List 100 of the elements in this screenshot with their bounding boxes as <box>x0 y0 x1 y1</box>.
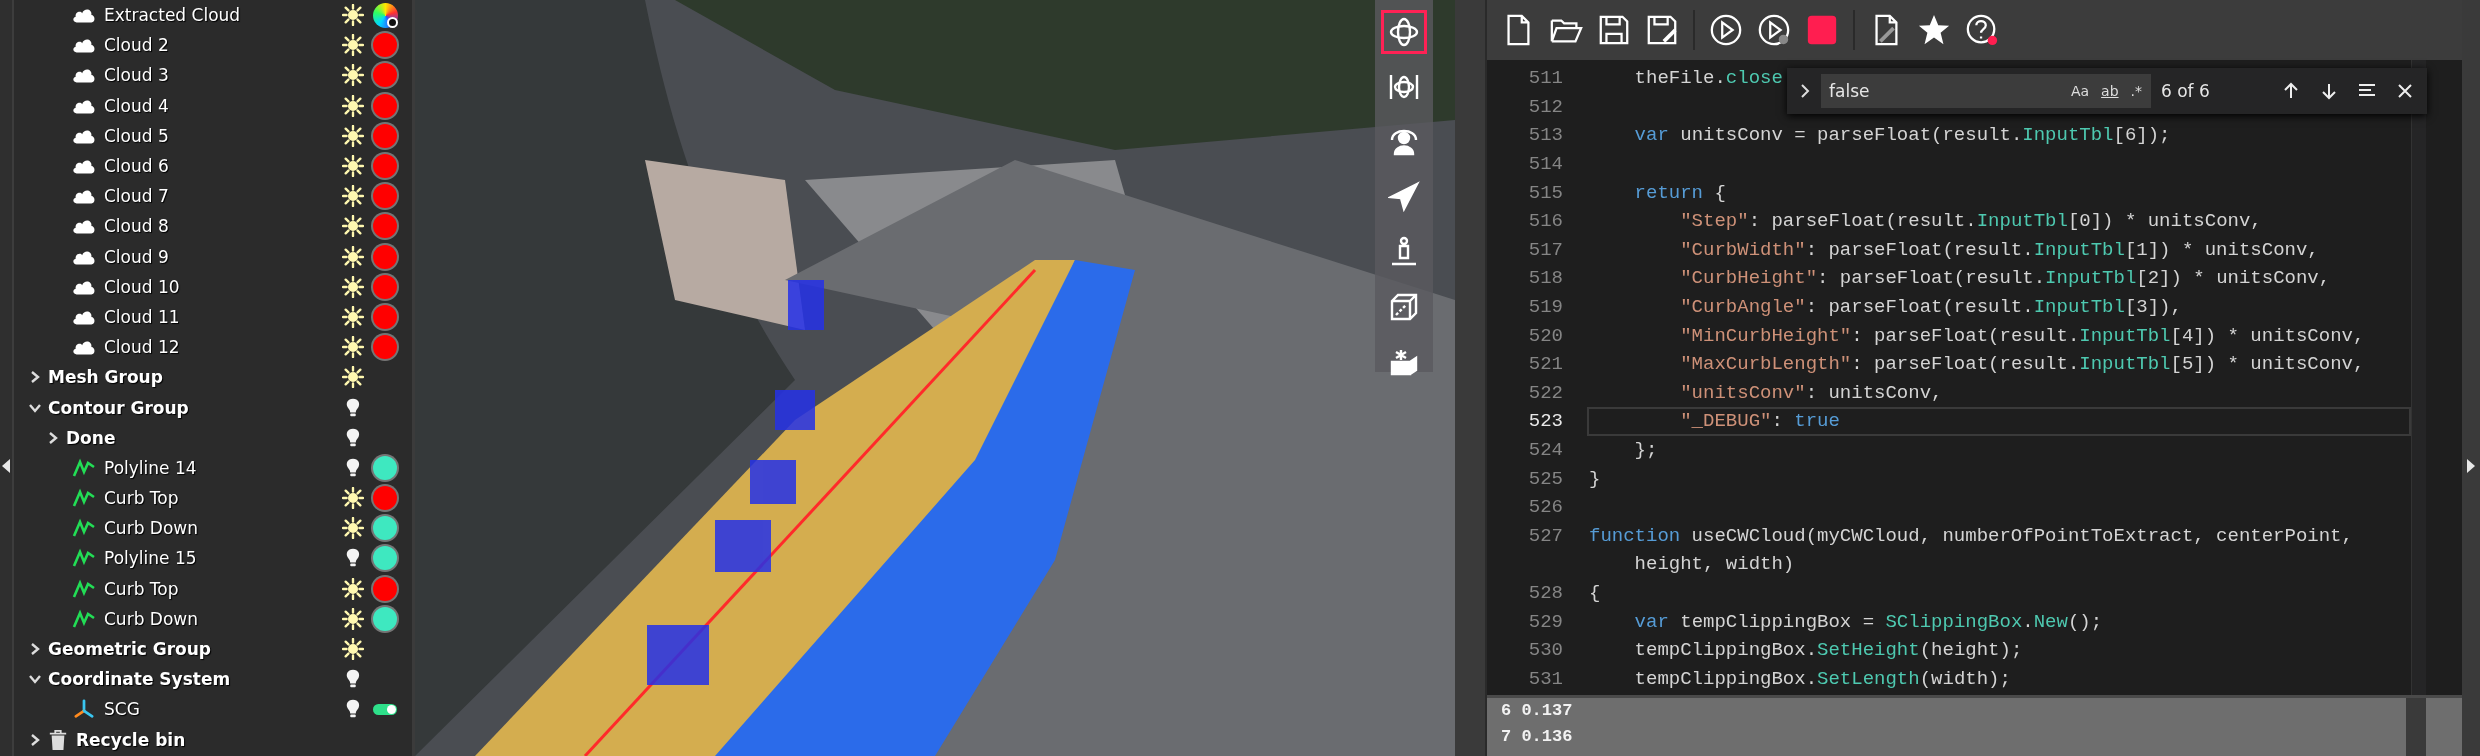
color-dot[interactable] <box>373 546 397 571</box>
sun-icon[interactable] <box>342 336 364 359</box>
line-number: 524 <box>1527 439 1564 461</box>
find-option-toggle[interactable]: .* <box>2127 83 2145 99</box>
expand-chevron-icon[interactable] <box>1799 83 1811 99</box>
cube-marker <box>647 625 709 685</box>
tree-item-label[interactable]: Coordinate System <box>48 669 338 690</box>
sun-icon[interactable] <box>342 487 364 510</box>
help-icon[interactable] <box>1965 13 1999 47</box>
line-number: 512 <box>1527 95 1564 118</box>
color-dot[interactable] <box>373 606 397 631</box>
color-dot[interactable] <box>373 214 397 239</box>
tree-item-label[interactable]: Curb Top <box>104 578 338 599</box>
sun-icon[interactable] <box>342 607 364 630</box>
sun-icon[interactable] <box>342 124 364 147</box>
line-number: 531 <box>1527 667 1564 690</box>
expand-arrow-icon[interactable] <box>2466 458 2476 474</box>
color-dot[interactable] <box>373 123 397 148</box>
sun-icon[interactable] <box>342 577 364 600</box>
sun-icon[interactable] <box>342 34 364 57</box>
tree-item-label[interactable]: Cloud 3 <box>104 65 338 86</box>
tree-item-label[interactable]: Cloud 4 <box>104 95 338 116</box>
output-line: 6 0.137 <box>1501 700 1574 722</box>
find-field[interactable]: false Aa ab .* <box>1821 74 2151 108</box>
sun-icon[interactable] <box>342 638 364 661</box>
color-dot[interactable] <box>373 274 397 299</box>
sun-icon[interactable] <box>342 366 364 389</box>
tree-item-label[interactable]: Polyline 14 <box>104 457 338 478</box>
line-number: 530 <box>1527 639 1564 662</box>
tree-item-label[interactable]: Contour Group <box>48 397 338 418</box>
arrow-down-icon[interactable] <box>2319 81 2339 101</box>
tree-item-label[interactable]: Polyline 15 <box>104 548 338 569</box>
color-dot[interactable] <box>373 455 397 480</box>
tree-item-label[interactable]: Cloud 6 <box>104 156 338 177</box>
color-dot[interactable] <box>373 184 397 209</box>
tree-item-label[interactable]: Cloud 2 <box>104 35 338 56</box>
code-editor[interactable] <box>1487 60 2462 695</box>
code-line: "CurbWidth": parseFloat(result.InputTbl[1]) * unitsConv, <box>1679 238 2319 261</box>
polyline-icon <box>72 578 96 599</box>
tree-item-label[interactable]: Cloud 12 <box>104 337 338 358</box>
color-dot[interactable] <box>373 33 397 58</box>
sun-icon[interactable] <box>342 275 364 298</box>
code-line: var tempClippingBox = SClippingBox.New(); <box>1633 610 2103 633</box>
save-as-icon[interactable] <box>1645 13 1679 47</box>
code-line: "unitsConv": unitsConv, <box>1679 381 1943 404</box>
line-number: 513 <box>1527 124 1564 147</box>
sun-icon[interactable] <box>342 305 364 328</box>
tree-item-label[interactable]: Curb Top <box>104 488 338 509</box>
sun-icon[interactable] <box>342 185 364 208</box>
color-dot[interactable] <box>373 335 397 360</box>
tree-item-label[interactable]: Geometric Group <box>48 639 338 660</box>
tree-item-label[interactable]: Done <box>66 427 338 448</box>
tree-item-label[interactable]: Cloud 9 <box>104 246 338 267</box>
color-dot[interactable] <box>373 304 397 329</box>
sun-icon[interactable] <box>342 155 364 178</box>
line-number: 511 <box>1527 67 1564 90</box>
tree-item-label[interactable]: Mesh Group <box>48 367 338 388</box>
line-number: 522 <box>1527 381 1564 404</box>
save-icon[interactable] <box>1597 13 1631 47</box>
line-number: 528 <box>1527 582 1564 604</box>
sun-icon[interactable] <box>342 215 364 238</box>
sun-icon[interactable] <box>342 94 364 117</box>
tree-item-label[interactable]: Recycle bin <box>76 729 338 750</box>
find-option-toggle[interactable]: ab <box>2098 83 2122 99</box>
match-count: 6 of 6 <box>2161 81 2211 101</box>
color-dot[interactable] <box>373 93 397 118</box>
code-line: "MaxCurbLength": parseFloat(result.InputTbl[5]) * unitsConv, <box>1679 353 2365 376</box>
stop-icon[interactable] <box>1805 13 1839 47</box>
color-dot[interactable] <box>373 63 397 88</box>
sun-icon[interactable] <box>342 245 364 268</box>
scrollbar-track[interactable] <box>2406 698 2426 756</box>
collapse-arrow-icon[interactable] <box>1 458 11 474</box>
tree-item-label[interactable]: Extracted Cloud <box>104 5 338 26</box>
color-dot[interactable] <box>373 244 397 269</box>
toggle-switch[interactable] <box>373 703 397 715</box>
run-icon[interactable] <box>1709 13 1743 47</box>
color-dot[interactable] <box>373 486 397 511</box>
color-dot[interactable] <box>373 516 397 541</box>
run-step-icon[interactable] <box>1757 13 1791 47</box>
tree-item-label[interactable]: Curb Down <box>104 608 338 629</box>
trash-icon <box>48 728 68 751</box>
tree-item-label[interactable]: Cloud 5 <box>104 125 338 146</box>
sun-icon[interactable] <box>342 4 364 27</box>
star-icon[interactable] <box>1917 13 1951 47</box>
color-dot[interactable] <box>373 154 397 179</box>
tree-item-label[interactable]: Cloud 7 <box>104 186 338 207</box>
cube-marker <box>788 280 824 330</box>
sun-icon[interactable] <box>342 517 364 540</box>
tree-item-label[interactable]: Cloud 10 <box>104 276 338 297</box>
color-dot[interactable] <box>373 576 397 601</box>
color-scale-icon[interactable] <box>372 2 398 28</box>
orbit-tool-button[interactable] <box>1381 10 1427 54</box>
tree-item-label[interactable]: SCG <box>104 699 338 720</box>
sun-icon[interactable] <box>342 64 364 87</box>
scrollbar-track[interactable] <box>2411 60 2426 695</box>
tree-item-label[interactable]: Cloud 11 <box>104 306 338 327</box>
find-option-toggle[interactable]: Aa <box>2067 83 2093 99</box>
polyline-icon <box>72 488 96 509</box>
tree-item-label[interactable]: Curb Down <box>104 518 338 539</box>
tree-item-label[interactable]: Cloud 8 <box>104 216 338 237</box>
